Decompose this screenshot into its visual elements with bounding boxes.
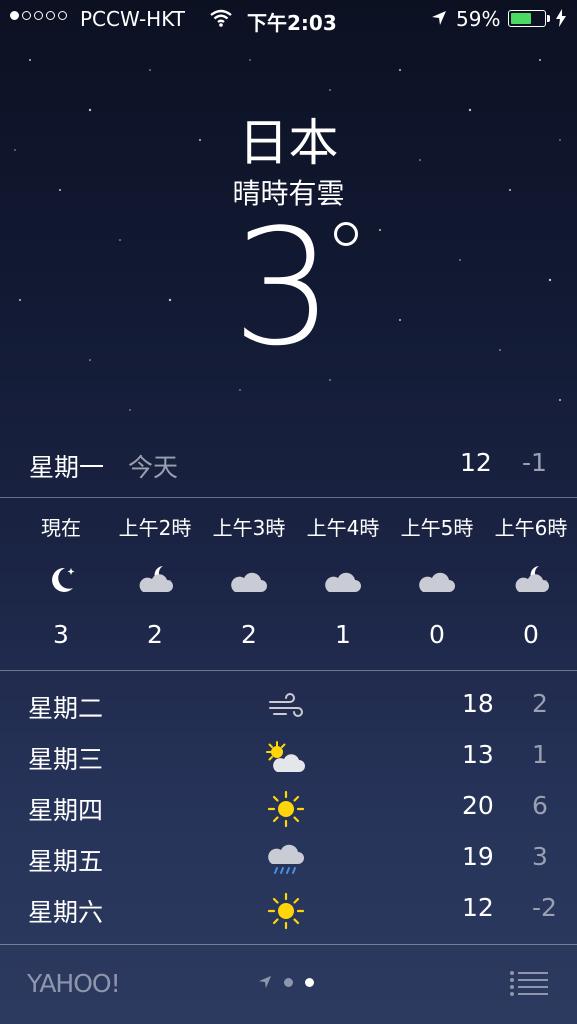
hourly-time: 上午6時 — [494, 516, 568, 540]
daily-high: 19 — [462, 842, 494, 871]
carrier-name: PCCW-HKT — [80, 7, 185, 31]
battery-tip — [547, 15, 550, 22]
degree-symbol — [334, 222, 358, 246]
divider — [0, 497, 577, 498]
daily-row: 星期二 18 2 — [0, 685, 577, 736]
today-label: 今天 — [128, 453, 179, 482]
cloud-icon — [202, 562, 296, 602]
daily-low: 3 — [532, 842, 548, 871]
hourly-item: 上午3時 2 — [202, 512, 296, 649]
hourly-temp: 3 — [53, 620, 69, 649]
hourly-temp: 0 — [523, 620, 539, 649]
daily-low: 1 — [532, 740, 548, 769]
city-name: 日本 — [238, 114, 339, 172]
daily-forecast: 星期二 18 2 星期三 13 1 星期四 20 6 星期五 19 3 星期六 … — [0, 685, 577, 940]
hourly-item: 上午2時 2 — [108, 512, 202, 649]
today-summary-row: 星期一 今天 12 -1 — [0, 448, 577, 484]
cloud-icon — [296, 562, 390, 602]
list-menu-icon[interactable] — [509, 970, 549, 998]
daily-weekday: 星期三 — [28, 745, 104, 774]
hourly-time: 上午3時 — [212, 516, 286, 540]
page-indicator[interactable] — [258, 975, 314, 989]
daily-weekday: 星期四 — [28, 796, 104, 825]
hourly-forecast[interactable]: 現在 3 上午2時 2 上午3時 2 上午4時 1 上午5時 0 上午6時 0 — [0, 512, 577, 662]
daily-row: 星期三 13 1 — [0, 736, 577, 787]
hourly-item: 現在 3 — [14, 512, 108, 649]
status-bar: PCCW-HKT 下午2:03 59% — [0, 0, 577, 38]
daily-row: 星期六 12 -2 — [0, 889, 577, 940]
signal-strength-indicator — [10, 11, 67, 20]
location-arrow-icon — [432, 11, 446, 25]
hourly-time: 上午4時 — [306, 516, 380, 540]
rain-icon — [262, 840, 310, 880]
hourly-item: 上午6時 0 — [484, 512, 577, 649]
wind-icon — [262, 687, 310, 727]
daily-low: -2 — [532, 893, 557, 922]
hourly-temp: 2 — [147, 620, 163, 649]
daily-row: 星期四 20 6 — [0, 787, 577, 838]
hourly-time: 上午2時 — [118, 516, 192, 540]
hourly-temp: 2 — [241, 620, 257, 649]
hourly-temp: 1 — [335, 620, 351, 649]
daily-weekday: 星期二 — [28, 694, 104, 723]
today-high: 12 — [460, 448, 492, 477]
current-temperature: 3 — [232, 194, 334, 381]
partly-cloudy-night-icon — [108, 562, 202, 602]
daily-low: 2 — [532, 689, 548, 718]
charging-bolt-icon — [556, 9, 566, 27]
daily-high: 18 — [462, 689, 494, 718]
daily-weekday: 星期六 — [28, 898, 104, 927]
page-dot-active[interactable] — [305, 977, 314, 987]
partly-cloudy-night-icon — [484, 562, 577, 602]
status-time: 下午2:03 — [247, 11, 337, 35]
daily-weekday: 星期五 — [28, 847, 104, 876]
location-arrow-icon — [258, 975, 272, 989]
divider — [0, 670, 577, 671]
hourly-item: 上午4時 1 — [296, 512, 390, 649]
yahoo-logo[interactable]: YAHOO! — [27, 969, 121, 998]
moon-icon — [14, 562, 108, 602]
wifi-icon — [210, 9, 232, 27]
hourly-time: 上午5時 — [400, 516, 474, 540]
daily-low: 6 — [532, 791, 548, 820]
page-dot[interactable] — [284, 977, 293, 987]
today-low: -1 — [522, 448, 547, 477]
partly-sunny-icon — [262, 738, 310, 778]
daily-row: 星期五 19 3 — [0, 838, 577, 889]
hourly-item: 上午5時 0 — [390, 512, 484, 649]
sun-icon — [262, 789, 310, 829]
sun-icon — [262, 891, 310, 931]
hourly-temp: 0 — [429, 620, 445, 649]
daily-high: 13 — [462, 740, 494, 769]
battery-icon — [508, 10, 546, 27]
daily-high: 20 — [462, 791, 494, 820]
hourly-time: 現在 — [41, 516, 81, 540]
cloud-icon — [390, 562, 484, 602]
today-weekday: 星期一 — [29, 453, 105, 482]
battery-percent: 59% — [456, 7, 501, 31]
daily-high: 12 — [462, 893, 494, 922]
bottom-toolbar: YAHOO! — [0, 945, 577, 1024]
